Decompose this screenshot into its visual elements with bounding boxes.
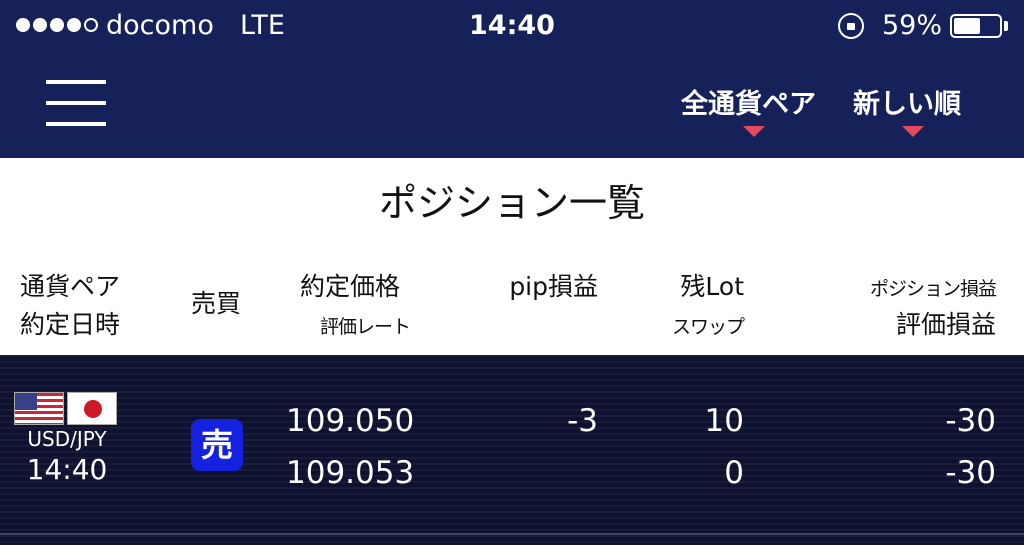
header-eval-rate: 評価レート [319,316,411,338]
hamburger-menu-icon[interactable] [46,80,106,128]
jp-flag-icon [67,392,117,425]
sort-order-filter[interactable]: 新しい順 [853,82,961,137]
header-side: 売買 [191,289,242,318]
battery-level-fill [954,18,980,34]
battery-tip [1004,21,1008,31]
us-flag-icon [14,392,64,425]
position-lot: 10 [704,403,744,439]
status-bar: docomo LTE 14:40 59% [0,0,1024,52]
position-eval-rate: 109.053 [286,455,415,491]
hamburger-line [46,80,106,84]
currency-pair-filter[interactable]: 全通貨ペア [681,82,816,137]
position-swap: 0 [724,455,744,491]
position-pair: USD/JPY [27,427,107,451]
clock-time: 14:40 [469,10,555,41]
dropdown-caret-icon [743,126,765,137]
hamburger-line [46,101,106,105]
header-swap: スワップ [671,316,745,338]
position-time: 14:40 [26,453,108,486]
nav-bar: 全通貨ペア 新しい順 [0,52,1024,158]
header-pip-pnl: pip損益 [509,272,598,301]
position-pip-pnl: -3 [567,403,598,439]
sort-order-filter-label: 新しい順 [853,89,961,120]
header-remaining-lot: 残Lot [680,272,744,301]
position-row[interactable]: USD/JPY 14:40 売 109.050 109.053 -3 10 0 … [0,355,1024,535]
position-entry-price: 109.050 [286,403,415,439]
page-title: ポジション一覧 [378,181,645,225]
header-eval-pnl: 評価損益 [895,310,996,339]
sell-badge: 売 [191,419,243,471]
header-entry-price: 約定価格 [300,272,401,301]
hamburger-line [46,122,106,126]
position-pnl: -30 [945,403,996,439]
currency-pair-filter-label: 全通貨ペア [681,89,816,120]
row-divider [0,533,1024,535]
positions-list: USD/JPY 14:40 売 109.050 109.053 -3 10 0 … [0,355,1024,545]
position-eval-pnl: -30 [945,455,996,491]
rotation-lock-icon [838,13,864,39]
dropdown-caret-icon [902,126,924,137]
battery-percent: 59% [882,10,943,41]
header-trade-datetime: 約定日時 [20,310,121,339]
battery-icon [950,14,1002,38]
header-currency-pair: 通貨ペア [20,272,121,301]
header-position-pnl: ポジション損益 [869,278,997,300]
